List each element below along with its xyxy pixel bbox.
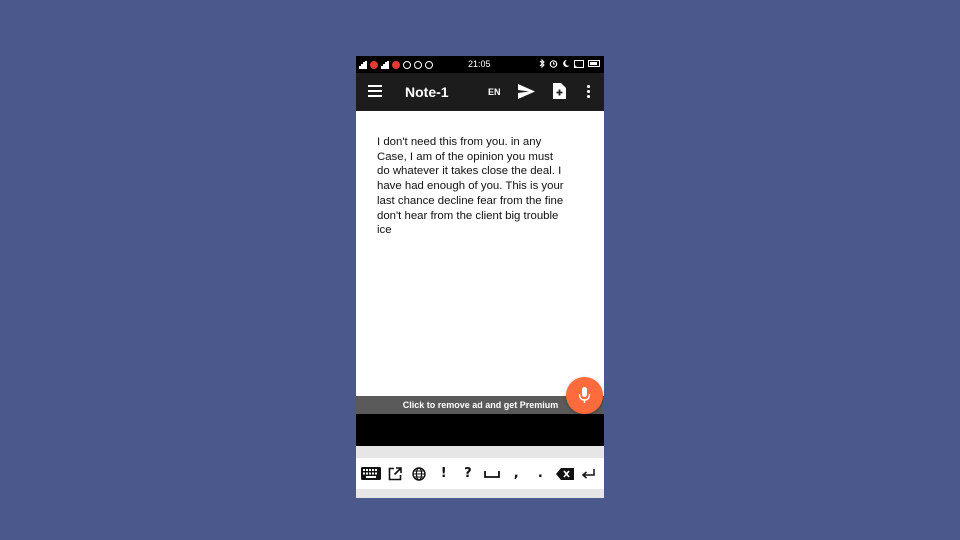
menu-icon[interactable] bbox=[368, 85, 382, 97]
sync-icon bbox=[403, 60, 411, 69]
status-bar: 21:05 bbox=[356, 56, 604, 73]
moon-icon bbox=[563, 59, 570, 67]
key-exclamation[interactable]: ! bbox=[433, 462, 454, 486]
globe-icon[interactable] bbox=[409, 462, 430, 486]
voice-input-button[interactable] bbox=[566, 377, 603, 414]
call-icon bbox=[425, 60, 433, 69]
keyboard-toolbar: ! ? , . bbox=[356, 446, 604, 498]
note-title: Note-1 bbox=[405, 84, 449, 100]
new-note-icon[interactable] bbox=[553, 83, 566, 99]
key-period[interactable]: . bbox=[530, 462, 551, 486]
microphone-icon bbox=[578, 387, 591, 403]
phone-screen: 21:05 Note-1 EN I don't need this from y… bbox=[356, 56, 604, 498]
key-question[interactable]: ? bbox=[457, 462, 478, 486]
alarm-icon bbox=[549, 60, 558, 68]
enter-icon[interactable] bbox=[578, 462, 599, 486]
remove-ad-label: Click to remove ad and get Premium bbox=[402, 400, 559, 410]
signal-icon bbox=[359, 60, 367, 69]
note-text[interactable]: I don't need this from you. in any Case,… bbox=[377, 135, 589, 238]
ad-space bbox=[356, 414, 604, 446]
cast-icon bbox=[574, 59, 584, 68]
space-icon[interactable] bbox=[482, 462, 503, 486]
signal-icon bbox=[381, 60, 389, 69]
send-icon[interactable] bbox=[518, 84, 535, 99]
backspace-icon[interactable] bbox=[554, 462, 575, 486]
status-right-icons bbox=[539, 59, 600, 68]
bluetooth-icon bbox=[539, 59, 545, 68]
keyboard-toggle-icon[interactable] bbox=[361, 462, 382, 486]
key-comma[interactable]: , bbox=[506, 462, 527, 486]
keyboard-keys-row: ! ? , . bbox=[356, 458, 604, 489]
vodafone-icon bbox=[370, 60, 378, 69]
open-external-icon[interactable] bbox=[385, 462, 406, 486]
status-time: 21:05 bbox=[468, 59, 491, 69]
status-left-icons bbox=[359, 59, 433, 70]
note-editor[interactable]: I don't need this from you. in any Case,… bbox=[356, 111, 604, 397]
flash-icon bbox=[392, 60, 400, 69]
app-toolbar: Note-1 EN bbox=[356, 73, 604, 111]
language-button[interactable]: EN bbox=[488, 87, 501, 97]
battery-icon bbox=[588, 60, 600, 67]
more-icon[interactable] bbox=[582, 85, 594, 99]
wifi-icon bbox=[414, 60, 422, 69]
